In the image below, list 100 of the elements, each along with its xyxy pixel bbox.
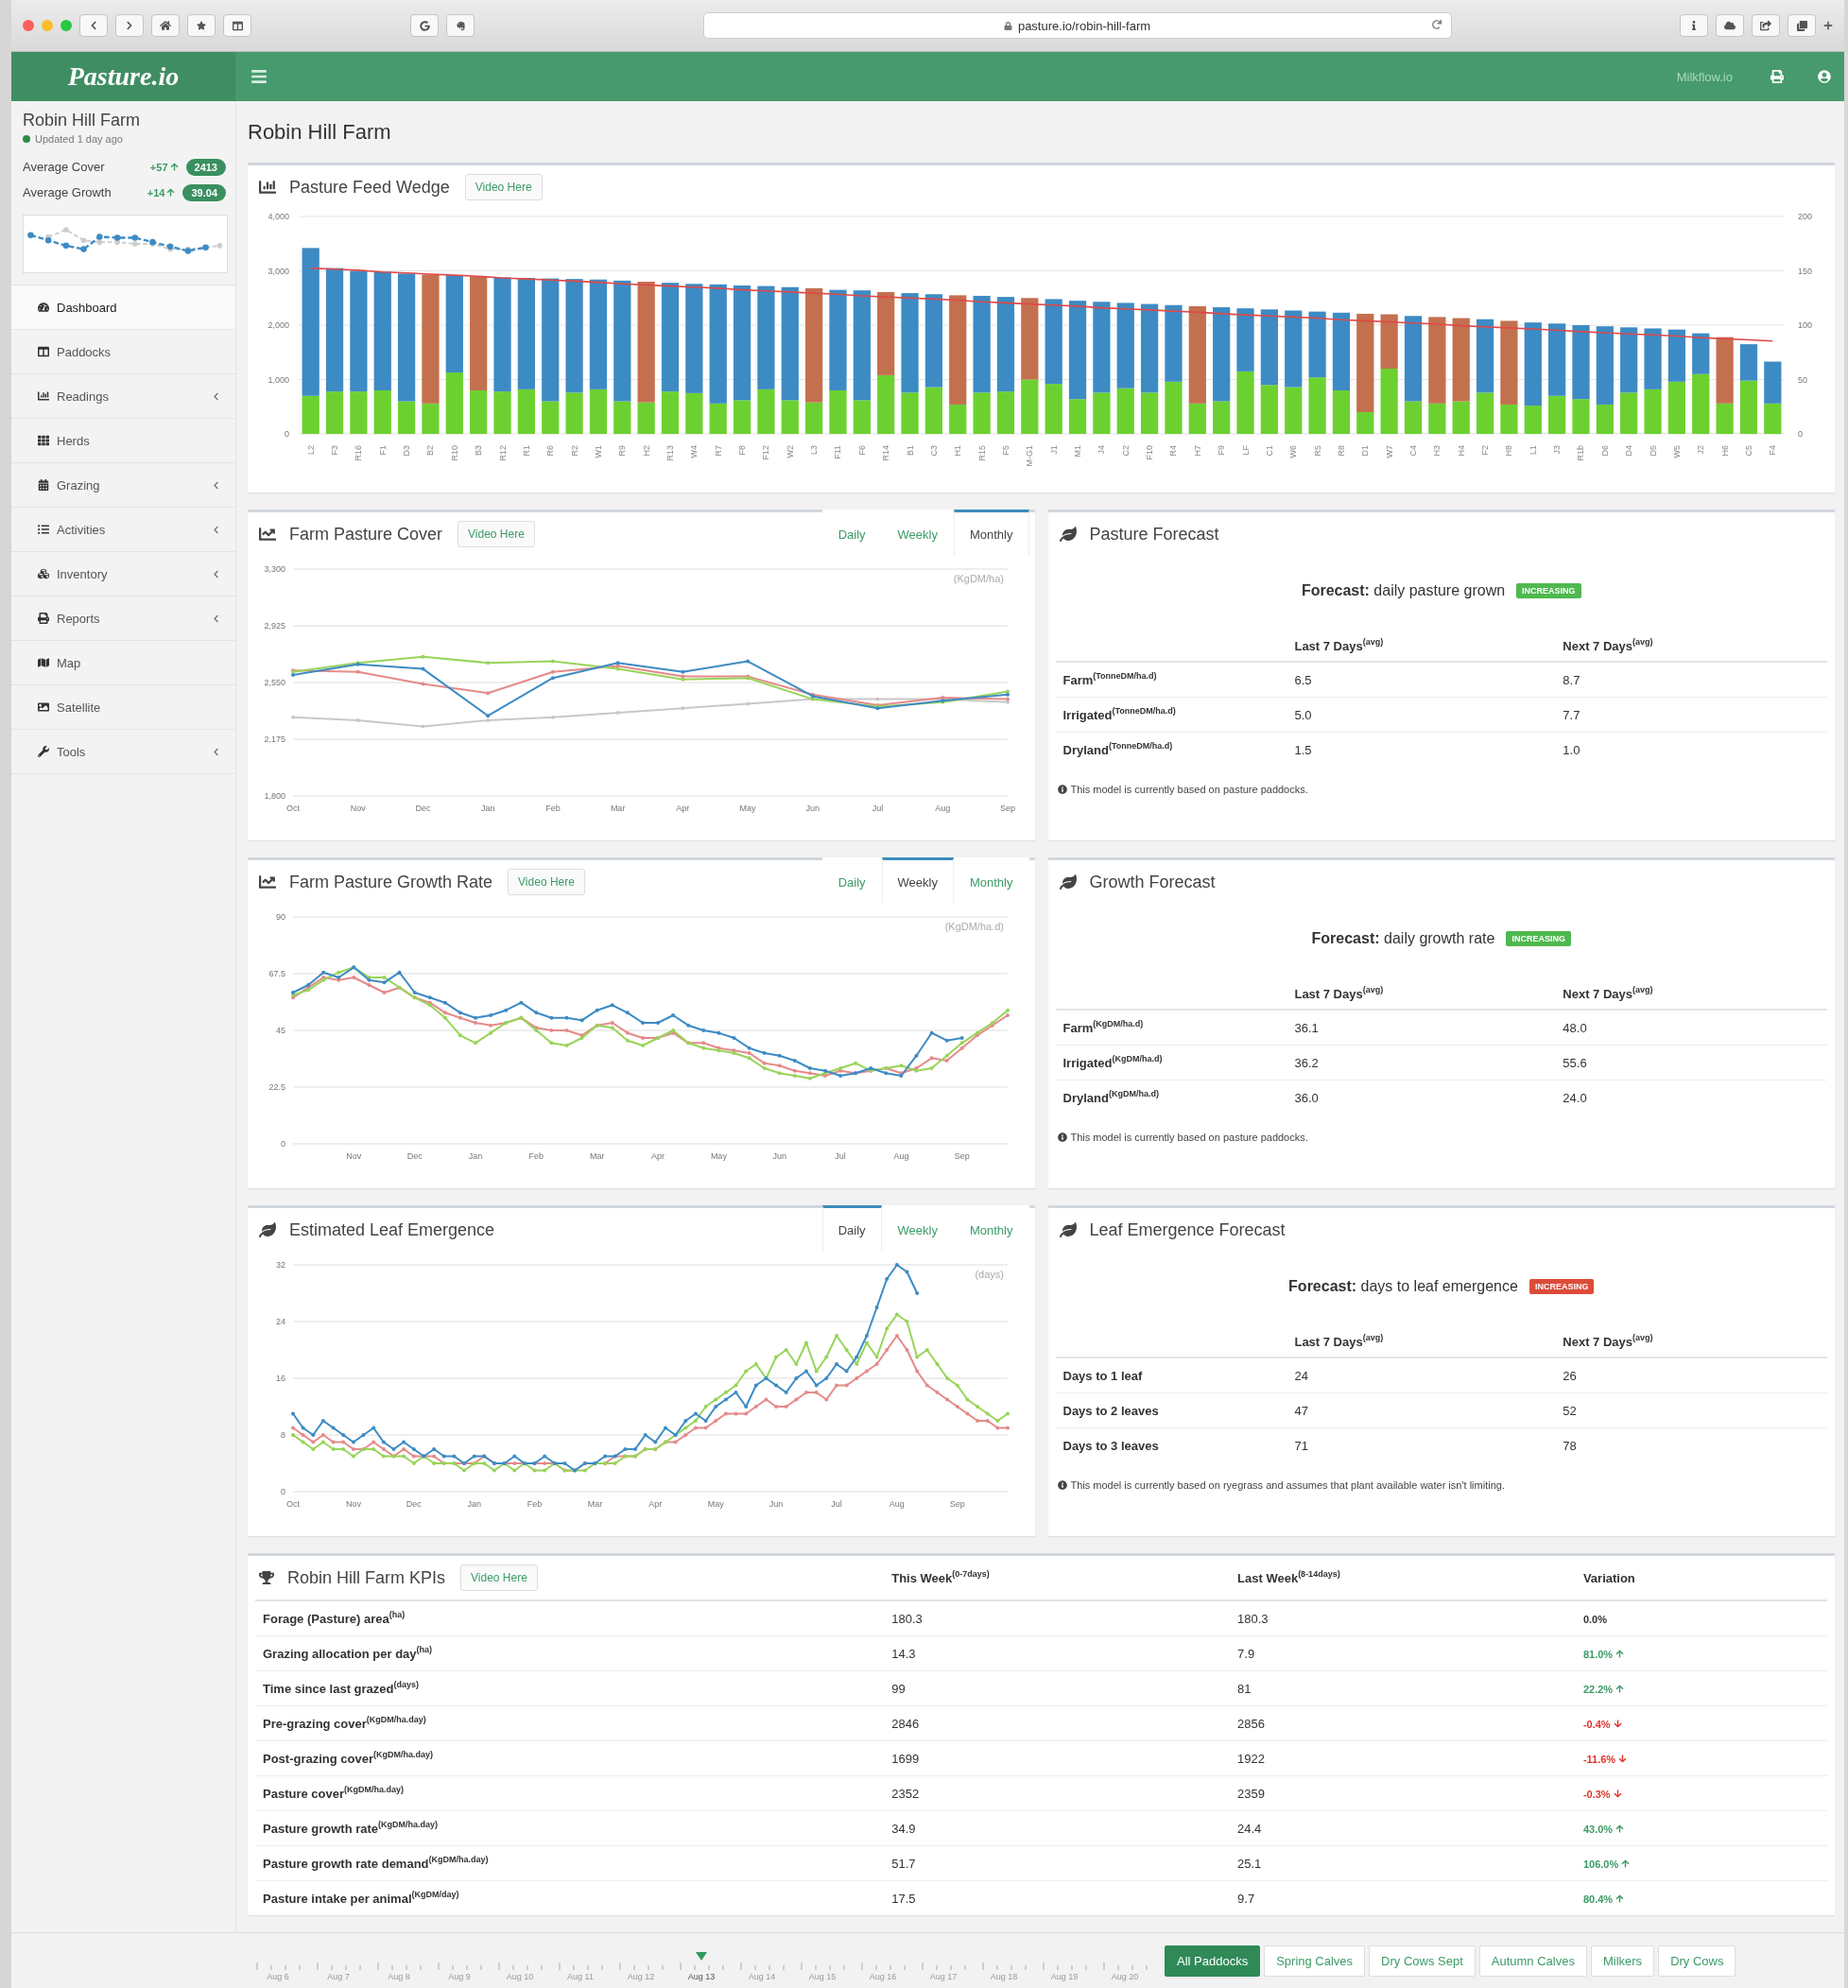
timeline-label[interactable]: Aug 12 <box>627 1972 655 1981</box>
timeline-label[interactable]: Aug 6 <box>267 1972 289 1981</box>
herd-filter-button[interactable]: Spring Calves <box>1264 1945 1366 1977</box>
address-bar[interactable]: pasture.io/robin-hill-farm <box>702 12 1452 39</box>
table-cell: 47 <box>1287 1392 1556 1428</box>
axis-label: C3 <box>928 445 939 457</box>
herd-filter-button[interactable]: Milkers <box>1590 1945 1655 1977</box>
axis-label: Jul <box>835 1151 846 1161</box>
table-cell: 2352 <box>884 1775 1231 1811</box>
video-button[interactable]: Video Here <box>458 521 535 547</box>
table-cell: 99 <box>884 1670 1231 1706</box>
axis-label: Oct <box>286 804 300 813</box>
table-cell: 1699 <box>884 1740 1231 1776</box>
axis-label: R15 <box>976 445 987 461</box>
stat-change: +14 <box>147 186 165 199</box>
table-cell: 25.1 <box>1230 1845 1576 1881</box>
axis-label: Nov <box>350 804 366 813</box>
axis-label: Mar <box>589 1151 605 1161</box>
axis-label: W1 <box>593 445 603 458</box>
herd-filter-button[interactable]: Dry Cows <box>1658 1945 1736 1977</box>
unit-label: (days) <box>975 1269 1004 1280</box>
table-cell: 52 <box>1555 1392 1827 1428</box>
table-cell: 1.5 <box>1287 732 1556 767</box>
table-cell: 71 <box>1287 1427 1556 1462</box>
table-cell: 51.7 <box>884 1845 1231 1881</box>
axis-label: L1 <box>1528 445 1538 455</box>
axis-label: R10 <box>449 445 459 461</box>
herd-filter-button[interactable]: All Paddocks <box>1165 1945 1261 1977</box>
table-cell: 2846 <box>884 1705 1231 1741</box>
row-label: Farm$^{(KgDM/ha.d)}$ <box>1055 1010 1287 1046</box>
axis-label: Jan <box>468 1151 483 1161</box>
unit-label: (KgDM/ha) <box>953 573 1004 584</box>
note-text: This model is currently based on ryegrass and assumes that plant available water isn't limiting. <box>1070 1479 1505 1491</box>
axis-label: J1 <box>1048 445 1059 455</box>
axis-label: F12 <box>761 445 771 460</box>
variation-value: -11.6% <box>1582 1753 1616 1765</box>
nav-item[interactable]: Dashboard <box>11 285 235 330</box>
axis-label: 200 <box>1798 212 1813 221</box>
column-header: Next 7 Days$^{(avg)}$ <box>1555 1327 1827 1357</box>
timeline-label[interactable]: Aug 14 <box>748 1972 776 1981</box>
axis-label: 100 <box>1798 320 1813 330</box>
row-label: Days to 3 leaves <box>1055 1427 1287 1462</box>
period-tab[interactable]: Daily <box>821 1205 882 1252</box>
axis-label: M1 <box>1073 445 1083 458</box>
axis-label: 50 <box>1798 374 1807 385</box>
axis-label: Feb <box>527 1499 543 1509</box>
axis-label: F9 <box>1217 445 1227 456</box>
period-tab[interactable]: Weekly <box>881 857 954 904</box>
axis-label: 4,000 <box>268 212 289 221</box>
axis-label: Dec <box>415 804 431 813</box>
axis-label: 1,800 <box>264 791 285 801</box>
timeline-label[interactable]: Aug 20 <box>1111 1972 1139 1981</box>
timeline-label[interactable]: Aug 15 <box>808 1972 837 1981</box>
row-label: Days to 2 leaves <box>1055 1392 1287 1428</box>
timeline-label[interactable]: Aug 16 <box>869 1972 897 1981</box>
timeline-label[interactable]: Aug 9 <box>448 1972 471 1981</box>
herd-filter-button[interactable]: Dry Cows Sept <box>1369 1945 1476 1977</box>
row-label: Farm$^{(TonneDM/ha.d)}$ <box>1055 662 1287 698</box>
axis-label: 8 <box>281 1430 285 1440</box>
variation-value: 80.4% <box>1582 1893 1614 1905</box>
axis-label: H3 <box>1432 445 1442 457</box>
table-cell: 7.9 <box>1230 1635 1576 1671</box>
video-button[interactable]: Video Here <box>460 1564 538 1591</box>
timeline-label[interactable]: Aug 8 <box>388 1972 410 1981</box>
axis-label: Nov <box>346 1151 362 1161</box>
logo[interactable]: Pasture.io <box>11 52 235 101</box>
table-cell: 17.5 <box>884 1880 1231 1915</box>
video-button[interactable]: Video Here <box>464 174 543 200</box>
axis-label: Aug <box>935 804 951 813</box>
axis-label: 0 <box>1798 429 1803 439</box>
axis-label: J2 <box>1696 445 1706 455</box>
card-title: Estimated Leaf Emergence <box>289 1219 495 1240</box>
account-name[interactable]: Milkflow.io <box>1676 69 1733 84</box>
table-cell: 34.9 <box>884 1810 1231 1846</box>
axis-label: F2 <box>1480 445 1491 456</box>
timeline-label[interactable]: Aug 19 <box>1050 1972 1079 1981</box>
herd-filter-button[interactable]: Autumn Calves <box>1478 1945 1587 1977</box>
page-title: Robin Hill Farm <box>248 118 391 146</box>
row-label: Days to 1 leaf <box>1055 1357 1287 1393</box>
column-header: Variation <box>1575 1556 1827 1600</box>
axis-label: R4 <box>1168 445 1179 457</box>
timeline-label[interactable]: Aug 10 <box>506 1972 534 1981</box>
row-label: Pasture growth rate$^{(KgDM/ha.day)}$ <box>255 1810 885 1846</box>
variation-value: 106.0% <box>1582 1858 1619 1870</box>
timeline-label[interactable]: Aug 11 <box>567 1972 594 1981</box>
table-cell: 81 <box>1230 1670 1576 1706</box>
forecast-text: Forecast: days to leaf emergence <box>1288 1278 1518 1295</box>
axis-label: Dec <box>406 1151 423 1161</box>
card-title: Leaf Emergence Forecast <box>1089 1219 1286 1240</box>
timeline-label[interactable]: Aug 7 <box>327 1972 350 1981</box>
row-label: Pasture intake per animal$^{(KgDM/day)}$ <box>255 1880 885 1915</box>
stat-label: Average Cover <box>23 160 106 174</box>
timeline-label[interactable]: Aug 18 <box>990 1972 1018 1981</box>
period-tab[interactable]: Monthly <box>953 510 1029 556</box>
axis-label: R8 <box>1336 445 1346 457</box>
timeline-label[interactable]: Aug 13 <box>687 1972 716 1981</box>
table-cell: 2856 <box>1230 1705 1576 1741</box>
axis-label: May <box>707 1499 724 1509</box>
timeline-label[interactable]: Aug 17 <box>929 1972 958 1981</box>
video-button[interactable]: Video Here <box>508 869 585 895</box>
